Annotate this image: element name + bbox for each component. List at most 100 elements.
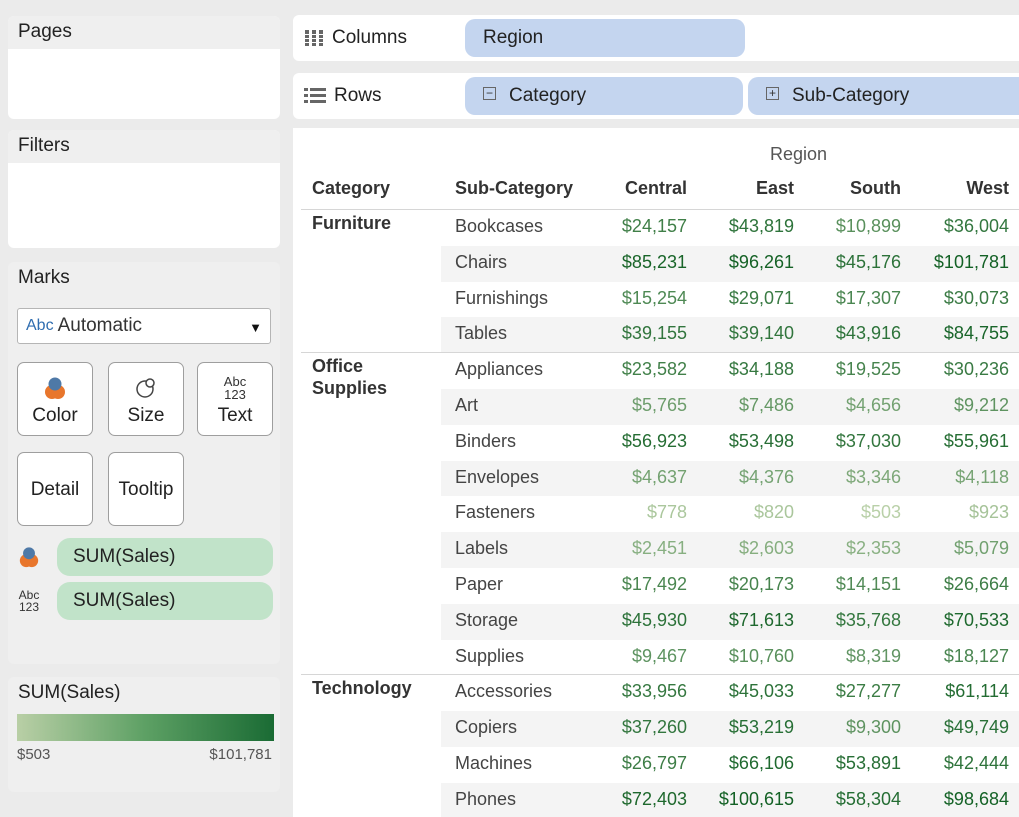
- sales-cell[interactable]: $45,033: [684, 681, 794, 702]
- sales-cell[interactable]: $61,114: [899, 681, 1009, 702]
- sales-cell[interactable]: $9,212: [899, 395, 1009, 416]
- sales-cell[interactable]: $43,916: [791, 323, 901, 344]
- sum-sales-color-pill[interactable]: SUM(Sales): [57, 538, 273, 576]
- sub-category-label[interactable]: Appliances: [455, 359, 543, 380]
- collapse-icon[interactable]: −: [483, 87, 496, 101]
- sales-cell[interactable]: $17,307: [791, 288, 901, 309]
- sales-cell[interactable]: $45,176: [791, 252, 901, 273]
- color-legend-card[interactable]: SUM(Sales) $503 $101,781: [8, 677, 280, 792]
- sales-cell[interactable]: $2,451: [577, 538, 687, 559]
- sales-cell[interactable]: $923: [899, 502, 1009, 523]
- color-button[interactable]: Color: [17, 362, 93, 436]
- sales-cell[interactable]: $85,231: [577, 252, 687, 273]
- sub-category-label[interactable]: Labels: [455, 538, 508, 559]
- sales-cell[interactable]: $29,071: [684, 288, 794, 309]
- sales-cell[interactable]: $15,254: [577, 288, 687, 309]
- sales-cell[interactable]: $4,376: [684, 467, 794, 488]
- sub-category-label[interactable]: Art: [455, 395, 478, 416]
- sub-category-label[interactable]: Envelopes: [455, 467, 539, 488]
- sales-cell[interactable]: $37,030: [791, 431, 901, 452]
- sales-cell[interactable]: $96,261: [684, 252, 794, 273]
- sales-cell[interactable]: $84,755: [899, 323, 1009, 344]
- size-button[interactable]: Size: [108, 362, 184, 436]
- sales-cell[interactable]: $58,304: [791, 789, 901, 810]
- east-column-header[interactable]: East: [684, 178, 794, 199]
- sum-sales-text-pill[interactable]: SUM(Sales): [57, 582, 273, 620]
- sub-category-label[interactable]: Chairs: [455, 252, 507, 273]
- sales-cell[interactable]: $43,819: [684, 216, 794, 237]
- sales-cell[interactable]: $66,106: [684, 753, 794, 774]
- sales-cell[interactable]: $503: [791, 502, 901, 523]
- expand-icon[interactable]: +: [766, 87, 779, 101]
- sales-cell[interactable]: $20,173: [684, 574, 794, 595]
- sub-category-column-header[interactable]: Sub-Category: [455, 178, 573, 199]
- sales-cell[interactable]: $26,664: [899, 574, 1009, 595]
- sub-category-pill[interactable]: + Sub-Category: [748, 77, 1019, 115]
- sales-cell[interactable]: $9,467: [577, 646, 687, 667]
- sub-category-label[interactable]: Supplies: [455, 646, 524, 667]
- sales-cell[interactable]: $5,765: [577, 395, 687, 416]
- sales-cell[interactable]: $8,319: [791, 646, 901, 667]
- sub-category-label[interactable]: Binders: [455, 431, 516, 452]
- sales-cell[interactable]: $4,637: [577, 467, 687, 488]
- sub-category-label[interactable]: Accessories: [455, 681, 552, 702]
- sales-cell[interactable]: $17,492: [577, 574, 687, 595]
- category-pill[interactable]: − Category: [465, 77, 743, 115]
- sales-cell[interactable]: $30,073: [899, 288, 1009, 309]
- sub-category-label[interactable]: Phones: [455, 789, 516, 810]
- sales-cell[interactable]: $4,118: [899, 467, 1009, 488]
- sales-cell[interactable]: $71,613: [684, 610, 794, 631]
- region-pill[interactable]: Region: [465, 19, 745, 57]
- mark-type-dropdown[interactable]: Abc Automatic ▼: [17, 308, 271, 344]
- sales-cell[interactable]: $56,923: [577, 431, 687, 452]
- sales-cell[interactable]: $820: [684, 502, 794, 523]
- sales-cell[interactable]: $4,656: [791, 395, 901, 416]
- sales-cell[interactable]: $39,155: [577, 323, 687, 344]
- sales-cell[interactable]: $5,079: [899, 538, 1009, 559]
- sales-cell[interactable]: $45,930: [577, 610, 687, 631]
- pages-card[interactable]: Pages: [8, 16, 280, 119]
- sales-cell[interactable]: $33,956: [577, 681, 687, 702]
- sales-cell[interactable]: $3,346: [791, 467, 901, 488]
- sales-cell[interactable]: $53,219: [684, 717, 794, 738]
- sales-cell[interactable]: $36,004: [899, 216, 1009, 237]
- sub-category-label[interactable]: Copiers: [455, 717, 517, 738]
- sales-cell[interactable]: $55,961: [899, 431, 1009, 452]
- sales-cell[interactable]: $42,444: [899, 753, 1009, 774]
- sales-cell[interactable]: $34,188: [684, 359, 794, 380]
- sales-cell[interactable]: $30,236: [899, 359, 1009, 380]
- central-column-header[interactable]: Central: [577, 178, 687, 199]
- sales-cell[interactable]: $9,300: [791, 717, 901, 738]
- sales-cell[interactable]: $37,260: [577, 717, 687, 738]
- sales-cell[interactable]: $14,151: [791, 574, 901, 595]
- sales-cell[interactable]: $39,140: [684, 323, 794, 344]
- sales-cell[interactable]: $10,760: [684, 646, 794, 667]
- filters-card[interactable]: Filters: [8, 130, 280, 248]
- sales-cell[interactable]: $70,533: [899, 610, 1009, 631]
- sub-category-label[interactable]: Machines: [455, 753, 532, 774]
- sub-category-label[interactable]: Paper: [455, 574, 503, 595]
- sales-cell[interactable]: $101,781: [899, 252, 1009, 273]
- detail-button[interactable]: Detail: [17, 452, 93, 526]
- tooltip-button[interactable]: Tooltip: [108, 452, 184, 526]
- sales-cell[interactable]: $7,486: [684, 395, 794, 416]
- sales-cell[interactable]: $2,603: [684, 538, 794, 559]
- columns-shelf[interactable]: Columns Region: [293, 15, 1019, 61]
- sales-cell[interactable]: $100,615: [684, 789, 794, 810]
- category-column-header[interactable]: Category: [312, 178, 390, 199]
- west-column-header[interactable]: West: [899, 178, 1009, 199]
- text-button[interactable]: Abc 123 Text: [197, 362, 273, 436]
- south-column-header[interactable]: South: [791, 178, 901, 199]
- sales-cell[interactable]: $778: [577, 502, 687, 523]
- sales-cell[interactable]: $49,749: [899, 717, 1009, 738]
- sub-category-label[interactable]: Bookcases: [455, 216, 543, 237]
- rows-shelf[interactable]: Rows − Category + Sub-Category: [293, 73, 1019, 119]
- sales-cell[interactable]: $18,127: [899, 646, 1009, 667]
- sub-category-label[interactable]: Storage: [455, 610, 518, 631]
- sales-cell[interactable]: $53,498: [684, 431, 794, 452]
- sub-category-label[interactable]: Furnishings: [455, 288, 548, 309]
- sales-cell[interactable]: $35,768: [791, 610, 901, 631]
- sub-category-label[interactable]: Fasteners: [455, 502, 535, 523]
- sales-cell[interactable]: $23,582: [577, 359, 687, 380]
- sales-cell[interactable]: $98,684: [899, 789, 1009, 810]
